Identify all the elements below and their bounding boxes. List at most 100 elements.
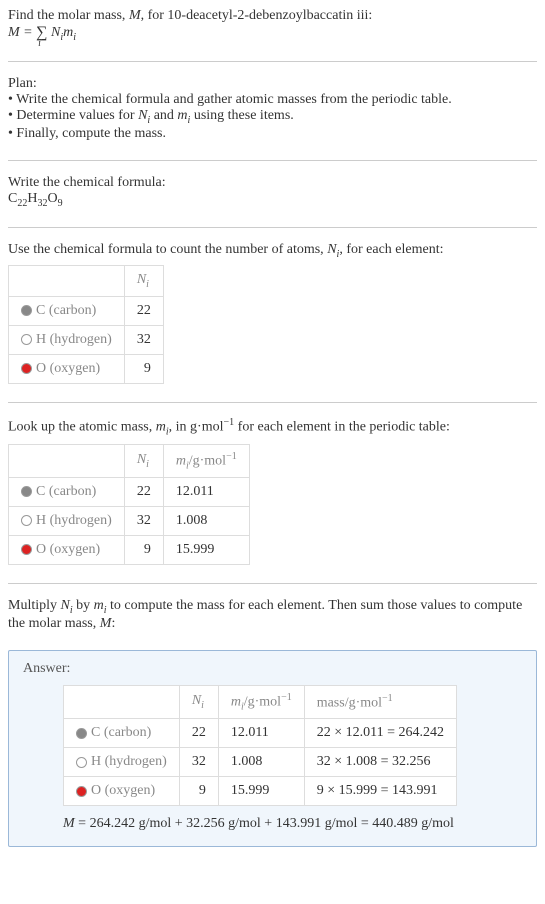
chem-hn: 32 [37,198,47,209]
m-cell: 1.008 [218,748,304,777]
row-label: C (carbon) [36,303,96,318]
lk-pre: Look up the atomic mass, [8,420,156,435]
chemical-formula-section: Write the chemical formula: C22H32O9 [8,175,537,209]
element-cell: H (hydrogen) [9,507,125,536]
m-cell: 15.999 [218,777,304,806]
lh-Ns: i [146,459,149,470]
mass-cell: 9 × 15.999 = 143.991 [304,777,456,806]
plan2-post: using these items. [190,108,293,123]
row-label: C (carbon) [91,725,151,740]
n-header: Ni [124,266,163,297]
row-label: C (carbon) [36,484,96,499]
plan-item-3: • Finally, compute the mass. [8,126,537,142]
chemical-formula: C22H32O9 [8,191,537,209]
mul-N: N [61,598,70,613]
hydrogen-dot-icon [21,515,32,526]
oxygen-dot-icon [21,544,32,555]
table-row: C (carbon) 22 12.011 [9,478,250,507]
lh-u: /g·mol [189,453,226,468]
final-M: M [63,816,75,831]
element-cell: C (carbon) [9,297,125,326]
n-cell: 22 [124,478,163,507]
lh-N: N [137,452,146,467]
element-cell: O (oxygen) [64,777,180,806]
row-label: H (hydrogen) [36,513,112,528]
divider [8,402,537,403]
m-cell: 15.999 [163,536,249,565]
row-label: O (oxygen) [36,361,100,376]
m-cell: 12.011 [163,478,249,507]
oxygen-dot-icon [76,786,87,797]
lk-exp: −1 [224,417,235,428]
table-header-row: Ni [9,266,164,297]
mul-pre: Multiply [8,598,61,613]
divider [8,160,537,161]
element-cell: C (carbon) [9,478,125,507]
multiply-section: Multiply Ni by mi to compute the mass fo… [8,598,537,632]
chemical-title: Write the chemical formula: [8,175,537,191]
chem-c: C [8,191,17,206]
plan2-and: and [150,108,177,123]
table-header-row: Ni mi/g·mol−1 mass/g·mol−1 [64,685,457,718]
n-cell: 22 [179,719,218,748]
intro-text-1: Find the molar mass, [8,8,129,23]
lk-post: for each element in the periodic table: [234,420,450,435]
lh-ue: −1 [226,451,237,462]
n-cell: 32 [124,507,163,536]
row-label: H (hydrogen) [91,754,167,769]
table-row: O (oxygen) 9 15.999 9 × 15.999 = 143.991 [64,777,457,806]
n-cell: 32 [124,326,163,355]
table-row: C (carbon) 22 [9,297,164,326]
mass-header: mass/g·mol−1 [304,685,456,718]
mass-cell: 32 × 1.008 = 32.256 [304,748,456,777]
sigma-wrap: ∑i [36,24,47,42]
lookup-table: Ni mi/g·mol−1 C (carbon) 22 12.011 H (hy… [8,444,250,565]
table-row: H (hydrogen) 32 1.008 32 × 1.008 = 32.25… [64,748,457,777]
table-row: C (carbon) 22 12.011 22 × 12.011 = 264.2… [64,719,457,748]
element-cell: H (hydrogen) [64,748,180,777]
table-row: H (hydrogen) 32 1.008 [9,507,250,536]
ah-N: N [192,693,201,708]
count-N: N [327,242,336,257]
lookup-intro: Look up the atomic mass, mi, in g·mol−1 … [8,417,537,437]
intro-section: Find the molar mass, M, for 10-deacetyl-… [8,8,537,43]
lookup-section: Look up the atomic mass, mi, in g·mol−1 … [8,417,537,565]
n-cell: 9 [179,777,218,806]
chem-h: H [27,191,37,206]
molar-mass-equation: M = ∑i Nimi [8,24,537,43]
element-cell: O (oxygen) [9,355,125,384]
table-row: O (oxygen) 9 15.999 [9,536,250,565]
chem-o: O [47,191,57,206]
m-cell: 1.008 [163,507,249,536]
lk-mid: , in g·mol [169,420,224,435]
intro-text-2: , for 10-deacetyl-2-debenzoylbaccatin ii… [141,8,373,23]
intro-M: M [129,8,141,23]
ah-mass: mass/g·mol [317,695,382,710]
chem-on: 9 [58,198,63,209]
hydrogen-dot-icon [76,757,87,768]
eq-m: m [63,25,73,40]
ah-m: m [231,695,241,710]
divider [8,227,537,228]
plan-title: Plan: [8,76,537,92]
table-header-row: Ni mi/g·mol−1 [9,444,250,477]
final-eq-text: = 264.242 g/mol + 32.256 g/mol + 143.991… [75,816,454,831]
divider [8,61,537,62]
element-cell: O (oxygen) [9,536,125,565]
mul-post: : [111,616,115,631]
nh-N: N [137,272,146,287]
element-cell: C (carbon) [64,719,180,748]
mass-cell: 22 × 12.011 = 264.242 [304,719,456,748]
n-cell: 9 [124,355,163,384]
final-equation: M = 264.242 g/mol + 32.256 g/mol + 143.9… [63,816,522,832]
n-header: Ni [179,685,218,718]
answer-label: Answer: [23,661,522,677]
row-label: H (hydrogen) [36,332,112,347]
plan2-pre: • Determine values for [8,108,138,123]
sigma-sub: i [38,38,41,49]
row-label: O (oxygen) [91,783,155,798]
oxygen-dot-icon [21,363,32,374]
m-header: mi/g·mol−1 [163,444,249,477]
table-row: H (hydrogen) 32 [9,326,164,355]
count-pre: Use the chemical formula to count the nu… [8,242,327,257]
